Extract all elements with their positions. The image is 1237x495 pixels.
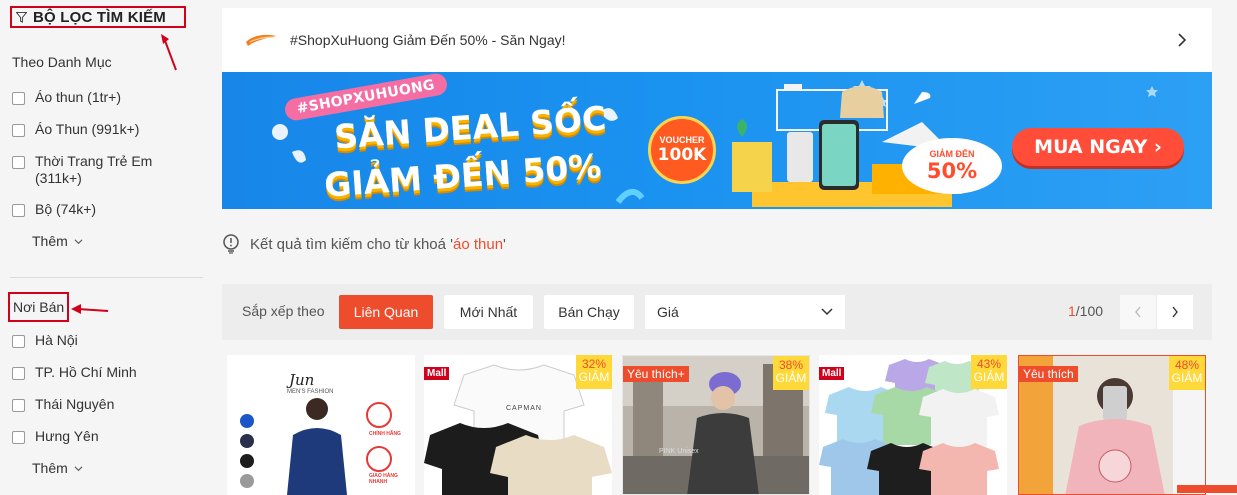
category-option-label: Bộ (74k+) (35, 201, 97, 217)
annotation-arrow-left (71, 304, 109, 314)
location-more-button[interactable]: Thêm (32, 460, 83, 476)
more-label: Thêm (32, 460, 68, 476)
product-print: PINK Unisex (659, 448, 699, 455)
next-page-button[interactable] (1157, 295, 1193, 329)
category-option-ao-thun[interactable]: Áo thun (1tr+) (12, 89, 121, 106)
chevron-right-icon (1172, 306, 1178, 318)
discount-label: GIẢM (578, 370, 610, 384)
discount-bubble-label: GIẢM ĐẾN (929, 149, 975, 159)
promo-banner[interactable]: #SHOPXUHUONG SĂN DEAL SỐC GIẢM ĐẾN 50% V… (222, 72, 1212, 209)
checkbox[interactable] (12, 124, 25, 137)
product-card[interactable]: CAPMAN Mall 32% GIẢM (424, 355, 612, 495)
filter-title: BỘ LỌC TÌM KIẾM (33, 8, 166, 26)
page-total: /100 (1075, 303, 1104, 319)
annotation-arrow-up (161, 34, 177, 71)
product-badge: CHÍNH HÃNG (369, 431, 401, 437)
category-more-button[interactable]: Thêm (32, 233, 83, 249)
favorite-tag: Yêu thích+ (623, 366, 689, 382)
page-indicator: 1/100 (1068, 303, 1103, 319)
filter-icon (16, 11, 27, 23)
page-current: 1 (1068, 303, 1076, 319)
sort-newest-button[interactable]: Mới Nhất (444, 295, 533, 329)
category-option-thoi-trang-tre-em[interactable]: Thời Trang Trẻ Em (311k+) (12, 153, 152, 187)
chevron-left-icon (1135, 306, 1141, 318)
checkbox[interactable] (12, 204, 25, 217)
floating-widget-edge[interactable] (1177, 485, 1237, 493)
chevron-right-icon[interactable] (1176, 32, 1188, 48)
search-result-text: Kết quả tìm kiếm cho từ khoá 'áo thun' (250, 236, 506, 253)
discount-label: GIẢM (973, 370, 1005, 384)
checkbox[interactable] (12, 431, 25, 444)
location-title: Nơi Bán (13, 299, 65, 315)
chevron-down-icon (74, 465, 83, 471)
sort-label: Sắp xếp theo (242, 303, 325, 319)
lightbulb-icon (223, 234, 239, 254)
product-card[interactable]: PINK Unisex Yêu thích+ 38% GIẢM (622, 355, 810, 495)
product-card[interactable]: Jun MEN'S FASHION CHÍNH HÃNG GIAO HÀNG N… (227, 355, 415, 495)
location-section-title: Nơi Bán (8, 292, 69, 322)
product-card[interactable]: Mall 43% GIẢM (819, 355, 1007, 495)
price-sort-select[interactable]: Giá (645, 295, 845, 329)
category-option-label: Áo thun (1tr+) (35, 89, 121, 105)
sidebar-divider (10, 277, 203, 278)
discount-badge: 32% GIẢM (576, 355, 612, 389)
product-print: CAPMAN (506, 405, 542, 412)
mall-tag: Mall (424, 367, 450, 380)
promo-bar[interactable]: #ShopXuHuong Giảm Đến 50% - Săn Ngay! (222, 8, 1212, 72)
more-label: Thêm (32, 233, 68, 249)
discount-badge: 48% GIẢM (1169, 356, 1205, 390)
voucher-badge: VOUCHER 100K (648, 116, 716, 184)
product-card[interactable]: Yêu thích 48% GIẢM (1018, 355, 1206, 495)
chevron-down-icon (821, 308, 833, 316)
filter-header: BỘ LỌC TÌM KIẾM (10, 6, 186, 28)
location-option-label: Hà Nội (35, 332, 78, 348)
buy-now-button[interactable]: MUA NGAY › (1012, 128, 1184, 166)
category-section-title: Theo Danh Mục (12, 54, 112, 70)
product-brand: Jun (289, 371, 315, 389)
sort-relevance-button[interactable]: Liên Quan (339, 295, 433, 329)
location-option-label: TP. Hồ Chí Minh (35, 364, 137, 380)
location-option-ha-noi[interactable]: Hà Nội (12, 332, 78, 349)
favorite-tag: Yêu thích (1019, 366, 1078, 382)
mall-tag: Mall (819, 367, 845, 380)
checkbox[interactable] (12, 367, 25, 380)
location-option-label: Thái Nguyên (35, 396, 115, 412)
product-badge: GIAO HÀNG NHANH (369, 473, 398, 485)
trend-logo-icon (246, 34, 276, 46)
location-option-label: Hưng Yên (35, 428, 99, 444)
discount-bubble-value: 50% (926, 159, 978, 183)
sort-bestseller-button[interactable]: Bán Chạy (544, 295, 634, 329)
discount-bubble: GIẢM ĐẾN 50% (902, 138, 1002, 194)
discount-label: GIẢM (775, 371, 807, 385)
location-option-hcm[interactable]: TP. Hồ Chí Minh (12, 364, 137, 381)
discount-badge: 38% GIẢM (773, 356, 809, 390)
result-prefix: Kết quả tìm kiếm cho từ khoá ' (250, 235, 453, 253)
discount-badge: 43% GIẢM (971, 355, 1007, 389)
checkbox[interactable] (12, 335, 25, 348)
discount-label: GIẢM (1171, 371, 1203, 385)
voucher-value: 100K (657, 145, 707, 165)
chevron-down-icon (74, 238, 83, 244)
location-option-hung-yen[interactable]: Hưng Yên (12, 428, 99, 445)
sort-bar: Sắp xếp theo Liên Quan Mới Nhất Bán Chạy… (222, 284, 1212, 340)
price-sort-label: Giá (657, 304, 679, 320)
checkbox[interactable] (12, 156, 25, 169)
category-option-ao-thun-2[interactable]: Áo Thun (991k+) (12, 121, 139, 138)
checkbox[interactable] (12, 92, 25, 105)
checkbox[interactable] (12, 399, 25, 412)
result-suffix: ' (503, 235, 506, 253)
result-keyword: áo thun (453, 235, 504, 253)
location-option-thai-nguyen[interactable]: Thái Nguyên (12, 396, 114, 413)
promo-text: #ShopXuHuong Giảm Đến 50% - Săn Ngay! (290, 32, 566, 48)
prev-page-button[interactable] (1120, 295, 1156, 329)
product-brand-sub: MEN'S FASHION (287, 389, 334, 395)
search-result-info: Kết quả tìm kiếm cho từ khoá 'áo thun' (222, 234, 506, 254)
category-option-label: Thời Trang Trẻ Em (311k+) (35, 153, 153, 186)
voucher-label: VOUCHER (659, 135, 705, 145)
filter-sidebar: BỘ LỌC TÌM KIẾM Theo Danh Mục Áo thun (1… (0, 0, 210, 493)
category-option-label: Áo Thun (991k+) (35, 121, 140, 137)
category-option-bo[interactable]: Bộ (74k+) (12, 201, 96, 218)
